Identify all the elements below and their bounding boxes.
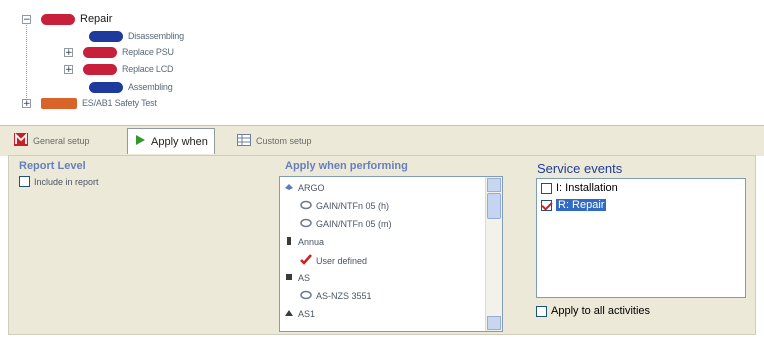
service-event-label: I: Installation xyxy=(556,182,618,194)
scroll-up-icon[interactable] xyxy=(487,178,501,192)
tree-node-assembling[interactable]: Assembling xyxy=(89,80,173,94)
gear-icon xyxy=(300,200,312,212)
list-item[interactable]: ARGO xyxy=(284,182,325,194)
step-icon xyxy=(83,63,117,75)
scroll-thumb[interactable] xyxy=(487,193,501,219)
list-item-label: ARGO xyxy=(298,183,325,193)
installation-checkbox[interactable] xyxy=(541,182,552,194)
device-icon xyxy=(284,308,294,320)
step-icon xyxy=(89,81,123,93)
report-level-title: Report Level xyxy=(19,160,86,172)
list-item[interactable]: AS xyxy=(284,272,310,284)
activity-icon xyxy=(41,97,77,109)
service-events-list[interactable]: I: Installation R: Repair xyxy=(536,178,746,298)
apply-when-panel: Report Level Include in report Apply whe… xyxy=(8,155,756,335)
check-icon xyxy=(300,254,312,267)
apply-when-scrollbar[interactable] xyxy=(485,177,502,331)
tree-node-label: ES/AB1 Safety Test xyxy=(82,98,157,108)
tab-label: General setup xyxy=(33,136,90,146)
list-item-label: User defined xyxy=(316,255,368,266)
m-icon xyxy=(14,132,28,149)
tree-node-replace-lcd[interactable]: + Replace LCD xyxy=(64,62,174,76)
tree-node-label: Replace PSU xyxy=(122,47,174,57)
scroll-down-icon[interactable] xyxy=(487,316,501,330)
activity-icon xyxy=(41,13,75,25)
apply-to-all-label: Apply to all activities xyxy=(551,305,651,317)
expand-icon[interactable]: + xyxy=(22,98,31,108)
activity-tree: − Repair Disassembling + Replace PSU + R… xyxy=(0,0,764,118)
apply-to-all-checkbox[interactable] xyxy=(536,305,547,317)
gear-icon xyxy=(300,218,312,230)
tree-node-repair[interactable]: − Repair xyxy=(22,12,112,26)
step-icon xyxy=(89,30,123,42)
tree-node-label: Assembling xyxy=(128,82,173,92)
expand-icon[interactable]: + xyxy=(64,64,73,74)
list-item-label: AS xyxy=(298,273,311,283)
tab-general-setup[interactable]: General setup xyxy=(8,130,96,152)
list-item[interactable]: AS-NZS 3551 xyxy=(300,290,372,302)
tab-label: Custom setup xyxy=(256,136,312,146)
apply-when-title: Apply when performing xyxy=(285,160,408,172)
list-item-label: GAIN/NTFn 05 (h) xyxy=(316,201,390,211)
apply-when-list[interactable]: ARGO GAIN/NTFn 05 (h) GAIN/NTFn 05 (m) A… xyxy=(279,176,503,332)
list-item-label: GAIN/NTFn 05 (m) xyxy=(316,219,392,229)
list-item[interactable]: AS1 xyxy=(284,308,315,320)
tab-custom-setup[interactable]: Custom setup xyxy=(231,130,318,152)
tree-node-label: Replace LCD xyxy=(122,64,174,74)
tab-label: Apply when xyxy=(151,135,208,148)
play-icon xyxy=(134,134,146,149)
tree-node-label: Disassembling xyxy=(128,31,184,41)
tab-apply-when[interactable]: Apply when xyxy=(127,128,215,154)
grid-icon xyxy=(237,133,251,149)
include-in-report-label: Include in report xyxy=(34,176,99,187)
tree-node-label: Repair xyxy=(80,13,113,25)
list-item[interactable]: Annua xyxy=(284,236,324,248)
device-icon xyxy=(284,272,294,284)
tree-node-safety-test[interactable]: + ES/AB1 Safety Test xyxy=(22,96,157,110)
step-icon xyxy=(83,46,117,58)
list-item[interactable]: User defined xyxy=(300,254,367,267)
tree-node-replace-psu[interactable]: + Replace PSU xyxy=(64,45,174,59)
list-item[interactable]: GAIN/NTFn 05 (m) xyxy=(300,218,392,230)
service-event-repair[interactable]: R: Repair xyxy=(541,199,607,211)
apply-to-all-option[interactable]: Apply to all activities xyxy=(536,305,650,317)
device-icon xyxy=(284,236,294,248)
device-icon xyxy=(284,182,294,194)
list-item[interactable]: GAIN/NTFn 05 (h) xyxy=(300,200,389,212)
service-event-installation[interactable]: I: Installation xyxy=(541,182,618,194)
list-item-label: AS-NZS 3551 xyxy=(316,291,372,301)
include-in-report-checkbox[interactable] xyxy=(19,176,30,187)
tree-node-disassembling[interactable]: Disassembling xyxy=(89,29,184,43)
service-events-title: Service events xyxy=(537,161,623,176)
list-item-label: Annua xyxy=(298,237,325,247)
repair-checkbox[interactable] xyxy=(541,199,552,211)
include-in-report-option[interactable]: Include in report xyxy=(19,176,99,187)
gear-icon xyxy=(300,290,312,302)
list-item-label: AS1 xyxy=(298,309,316,319)
service-event-label: R: Repair xyxy=(556,199,607,211)
tab-strip: General setup Apply when Custom setup xyxy=(0,125,764,156)
collapse-icon[interactable]: − xyxy=(22,14,31,24)
expand-icon[interactable]: + xyxy=(64,47,73,57)
